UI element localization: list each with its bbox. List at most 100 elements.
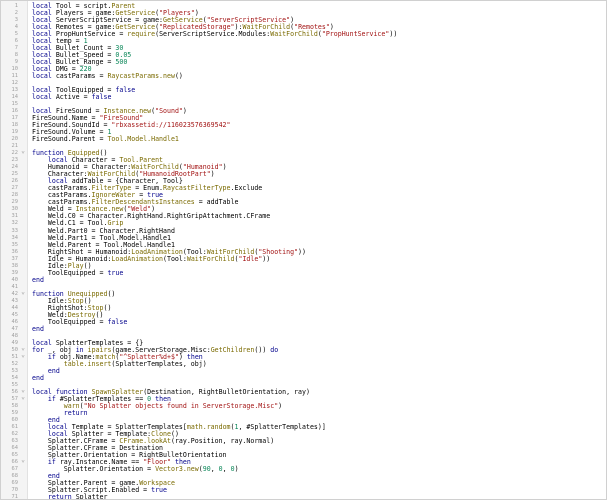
line-number: 52 bbox=[11, 360, 19, 367]
code-text: end bbox=[32, 366, 606, 375]
code-token: end bbox=[32, 275, 44, 284]
code-line[interactable]: 54 end bbox=[1, 374, 606, 382]
code-lines[interactable]: 1 local Tool = script.Parent 2 local Player… bbox=[1, 2, 606, 500]
code-line[interactable]: 40 end bbox=[1, 275, 606, 284]
code-text: local Active = false bbox=[32, 94, 606, 101]
line-number: 9 bbox=[14, 59, 18, 66]
code-line[interactable]: 52 table.insert(SplatterTemplates, obj) bbox=[1, 359, 606, 368]
code-token: () bbox=[107, 289, 116, 298]
line-number: 24 bbox=[11, 164, 19, 171]
line-number: 7 bbox=[14, 45, 18, 52]
code-line[interactable]: 59 return bbox=[1, 408, 606, 417]
code-token: false bbox=[107, 317, 128, 326]
code-text: local Bullet_Range = 500 bbox=[32, 59, 606, 66]
code-token: local bbox=[32, 93, 52, 102]
code-token: true bbox=[107, 268, 124, 277]
code-text: ToolEquipped = true bbox=[32, 268, 606, 277]
code-token: Vector3.new bbox=[155, 465, 199, 474]
code-line[interactable]: 46 ToolEquipped = false bbox=[1, 317, 606, 326]
line-number: 41 bbox=[11, 283, 19, 290]
line-number: 60 bbox=[11, 416, 19, 423]
code-token: () bbox=[174, 72, 183, 81]
line-number: 4 bbox=[14, 24, 18, 31]
code-token: , bbox=[222, 465, 231, 474]
code-token: ) bbox=[222, 163, 227, 172]
code-token: Splatter bbox=[71, 493, 108, 500]
line-number: 64 bbox=[11, 444, 19, 451]
line-number: 63 bbox=[11, 437, 19, 444]
line-number: 59 bbox=[11, 409, 19, 416]
fold-toggle-icon[interactable]: ˅ bbox=[20, 459, 26, 466]
line-number: 29 bbox=[11, 199, 19, 206]
code-token: (SplatterTemplates, obj) bbox=[111, 359, 207, 368]
code-line[interactable]: 58 warn("No Splatter objects found in Se… bbox=[1, 401, 606, 410]
line-number: 34 bbox=[11, 234, 19, 241]
code-token: false bbox=[91, 93, 112, 102]
code-token: RaycastFilterType bbox=[163, 184, 231, 193]
fold-toggle-icon[interactable]: ˅ bbox=[20, 354, 26, 361]
line-number: 67 bbox=[11, 466, 19, 473]
line-number: 27 bbox=[11, 185, 19, 192]
line-number: 10 bbox=[11, 66, 19, 73]
code-line[interactable]: 20 FireSound.Parent = Tool.Model.Handle1 bbox=[1, 136, 606, 143]
code-line[interactable]: 37 Idle = Humanoid:LoadAnimation(Tool:Wa… bbox=[1, 254, 606, 263]
code-line[interactable]: 42 ˅ function Unequipped() bbox=[1, 289, 606, 298]
fold-toggle-icon[interactable]: ˅ bbox=[20, 347, 26, 354]
line-number: 3 bbox=[14, 17, 18, 24]
code-line[interactable]: 5 local PropHuntService = require(ServerS… bbox=[1, 31, 606, 38]
line-number: 39 bbox=[11, 269, 19, 276]
line-number: 40 bbox=[11, 276, 19, 283]
line-number: 54 bbox=[11, 374, 19, 381]
code-line[interactable]: 53 end bbox=[1, 366, 606, 375]
line-number: 70 bbox=[11, 487, 19, 494]
code-token: , bbox=[210, 465, 219, 474]
line-number: 12 bbox=[11, 80, 19, 87]
code-line[interactable]: 47 end bbox=[1, 325, 606, 333]
line-number: 62 bbox=[11, 430, 19, 437]
code-token: = addTable bbox=[194, 198, 239, 207]
code-line[interactable]: 14 local Active = false bbox=[1, 94, 606, 101]
code-text: FireSound.Parent = Tool.Model.Handle1 bbox=[32, 136, 606, 143]
code-line[interactable]: 9 local Bullet_Range = 500 bbox=[1, 59, 606, 66]
fold-toggle-icon[interactable]: ˅ bbox=[20, 396, 26, 403]
fold-toggle-icon[interactable]: ˅ bbox=[20, 389, 26, 396]
code-text: function Unequipped() bbox=[32, 289, 606, 298]
line-number: 19 bbox=[11, 129, 19, 136]
code-token: (ray.Position, ray.Normal) bbox=[170, 436, 275, 445]
code-line[interactable]: 39 ToolEquipped = true bbox=[1, 268, 606, 277]
line-number: 49 bbox=[11, 339, 19, 346]
fold-toggle-icon[interactable]: ˅ bbox=[20, 291, 26, 298]
code-text: RightShot:Stop() bbox=[32, 304, 606, 312]
line-number: 17 bbox=[11, 115, 19, 122]
code-token: 90 bbox=[202, 465, 211, 474]
code-line[interactable]: 67 Splatter.Orientation = Vector3.new(90… bbox=[1, 466, 606, 473]
code-text: local PropHuntService = require(ServerSc… bbox=[32, 31, 606, 38]
code-token: ) bbox=[278, 401, 283, 410]
fold-toggle-icon[interactable]: ˅ bbox=[20, 150, 26, 157]
code-token: "No Splatter objects found in ServerStor… bbox=[83, 401, 279, 410]
line-number: 33 bbox=[11, 227, 19, 234]
line-number: 2 bbox=[14, 10, 18, 17]
code-token: return bbox=[63, 408, 88, 417]
line-number: 28 bbox=[11, 192, 19, 199]
code-token: )) bbox=[389, 30, 398, 39]
code-text: local castParams = RaycastParams.new() bbox=[32, 73, 606, 80]
code-line[interactable]: 11 local castParams = RaycastParams.new() bbox=[1, 73, 606, 80]
code-token: "Sound" bbox=[155, 107, 183, 116]
code-token: ) bbox=[182, 107, 187, 116]
code-editor[interactable]: 1 local Tool = script.Parent 2 local Player… bbox=[0, 0, 607, 500]
code-token: end bbox=[47, 366, 60, 375]
line-number: 31 bbox=[11, 213, 19, 220]
code-text: end bbox=[32, 325, 606, 333]
code-token: ) bbox=[210, 170, 215, 179]
code-text: Idle = Humanoid:LoadAnimation(Tool:WaitF… bbox=[32, 254, 606, 263]
code-token: (Tool: bbox=[163, 254, 187, 263]
line-number: 6 bbox=[14, 38, 18, 45]
line-number: 68 bbox=[11, 473, 19, 480]
line-number: 66 bbox=[11, 459, 19, 466]
line-number: 50 bbox=[11, 346, 19, 353]
line-number: 30 bbox=[11, 206, 19, 213]
line-number: 44 bbox=[11, 304, 19, 311]
code-line[interactable]: 71 return Splatter bbox=[1, 493, 606, 500]
